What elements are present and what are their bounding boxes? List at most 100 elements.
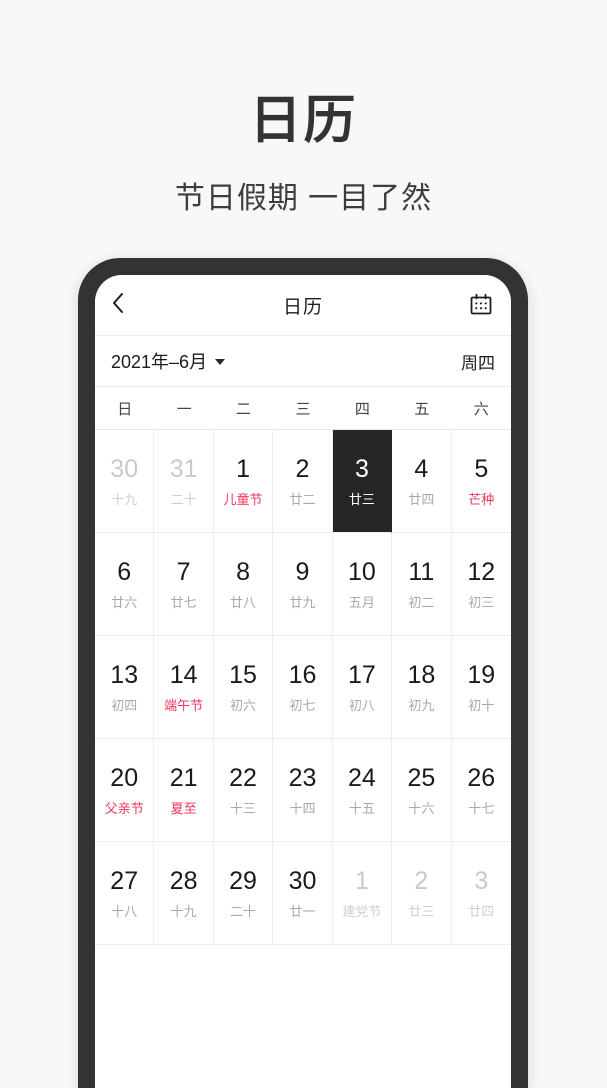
day-cell[interactable]: 22 十三 [213,739,274,842]
day-lunar-label: 端午节 [164,697,204,713]
day-number: 23 [288,763,317,792]
day-cell[interactable]: 25 十六 [392,739,452,842]
day-cell[interactable]: 13 初四 [95,636,155,739]
calendar-icon[interactable] [467,291,495,319]
month-selector[interactable]: 2021年–6月 [111,348,226,374]
day-cell[interactable]: 1 建党节 [332,842,393,945]
day-lunar-label: 廿一 [289,903,316,919]
day-lunar-label: 芒种 [468,491,495,507]
day-number: 22 [229,763,257,792]
day-cell[interactable]: 14 端午节 [154,636,214,739]
day-cell[interactable]: 9 廿九 [273,533,333,636]
day-lunar-label: 初八 [348,697,375,713]
day-number: 3 [354,454,369,483]
day-number: 30 [110,454,139,483]
weekday-header-wed: 三 [295,401,311,418]
day-cell[interactable]: 28 十九 [154,842,214,945]
day-number: 31 [169,454,198,483]
day-cell[interactable]: 20 父亲节 [95,739,155,842]
weekday-header-fri: 五 [414,401,430,418]
app-title: 日历 [282,296,323,318]
day-cell[interactable]: 3 廿四 [451,842,511,945]
day-number: 24 [348,763,376,792]
day-number: 8 [236,557,251,586]
day-lunar-label: 廿九 [289,594,316,610]
page-title: 日历 [249,92,358,150]
day-cell[interactable]: 30 廿一 [273,842,333,945]
day-cell[interactable]: 10 五月 [332,533,393,636]
day-lunar-label: 十六 [408,800,435,816]
day-cell[interactable]: 5 芒种 [451,430,511,533]
day-number: 19 [467,660,496,689]
day-lunar-label: 初四 [111,697,138,713]
weekday-header-sat: 六 [473,401,489,418]
day-number: 26 [467,763,496,792]
day-lunar-label: 儿童节 [223,491,263,507]
day-cell[interactable]: 17 初八 [332,636,393,739]
back-button[interactable] [111,288,141,322]
day-number: 3 [474,866,489,895]
day-number: 15 [229,660,257,689]
chevron-down-icon [215,359,226,365]
day-cell[interactable]: 11 初二 [392,533,452,636]
day-cell[interactable]: 31 二十 [154,430,214,533]
day-cell[interactable]: 18 初九 [392,636,452,739]
day-number: 10 [348,557,376,586]
current-weekday: 周四 [461,353,495,373]
weekday-header-thu: 四 [354,401,370,418]
day-number: 4 [414,454,429,483]
day-cell[interactable]: 4 廿四 [392,430,452,533]
day-cell[interactable]: 8 廿八 [213,533,274,636]
day-number: 16 [288,660,317,689]
day-number: 28 [169,866,198,895]
day-number: 18 [407,660,436,689]
day-cell[interactable]: 30 十九 [95,430,155,533]
day-cell[interactable]: 3 廿三 [332,430,393,533]
weekday-header-tue: 二 [236,401,252,418]
day-cell[interactable]: 12 初三 [451,533,511,636]
day-lunar-label: 十三 [230,800,257,816]
day-lunar-label: 初九 [408,697,435,713]
calendar-grid: 30 十九 31 二十 1 儿童节 2 廿二 3 廿三 4 廿四 5 芒种 6 廿六 7 廿七 8 廿八 9 廿九 10 五月… [95,429,511,945]
page-subtitle: 节日假期 一目了然 [174,182,433,216]
day-lunar-label: 十八 [111,903,138,919]
day-number: 5 [474,454,489,483]
day-cell[interactable]: 21 夏至 [154,739,214,842]
day-cell[interactable]: 19 初十 [451,636,511,739]
day-lunar-label: 廿四 [408,491,435,507]
day-cell[interactable]: 16 初七 [273,636,333,739]
day-lunar-label: 二十 [170,491,197,507]
day-number: 27 [110,866,139,895]
day-lunar-label: 父亲节 [104,800,144,816]
day-cell[interactable]: 24 十五 [332,739,393,842]
day-lunar-label: 廿二 [289,491,316,507]
day-number: 30 [288,866,317,895]
day-cell[interactable]: 2 廿二 [273,430,333,533]
day-number: 2 [414,866,429,895]
day-cell[interactable]: 6 廿六 [95,533,155,636]
day-lunar-label: 廿八 [230,594,257,610]
day-lunar-label: 十五 [348,800,375,816]
day-lunar-label: 十九 [111,491,138,507]
day-lunar-label: 夏至 [170,800,197,816]
day-number: 9 [295,557,310,586]
day-number: 25 [407,763,436,792]
weekday-header-sun: 日 [117,401,133,418]
day-number: 14 [169,660,198,689]
day-cell[interactable]: 2 廿三 [392,842,452,945]
day-cell[interactable]: 23 十四 [273,739,333,842]
day-cell[interactable]: 1 儿童节 [213,430,274,533]
day-lunar-label: 初六 [230,697,257,713]
phone-frame: 日历 2021年–6月 周四 日 一 二 三 四 五 六 30 十九 31 二十… [78,258,528,1088]
month-bar: 2021年–6月 周四 [95,335,511,386]
day-cell[interactable]: 7 廿七 [154,533,214,636]
app-navbar: 日历 [95,275,511,335]
day-cell[interactable]: 26 十七 [451,739,511,842]
month-label: 2021年–6月 [111,352,208,372]
weekday-header: 日 一 二 三 四 五 六 [95,386,511,429]
day-cell[interactable]: 29 二十 [213,842,274,945]
day-number: 20 [110,763,139,792]
day-lunar-label: 初十 [468,697,495,713]
day-cell[interactable]: 15 初六 [213,636,274,739]
day-cell[interactable]: 27 十八 [95,842,155,945]
